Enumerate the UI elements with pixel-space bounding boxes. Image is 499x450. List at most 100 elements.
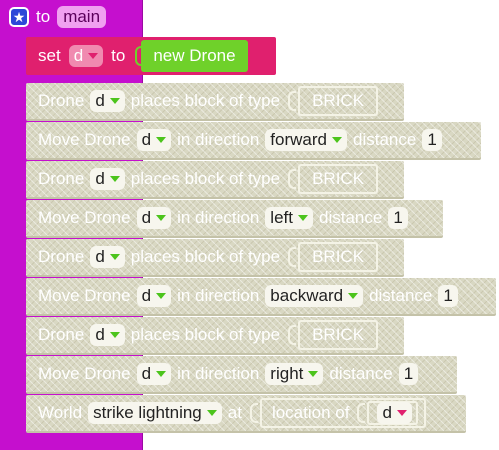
variable-name: d xyxy=(95,325,105,344)
direction-dropdown[interactable]: right xyxy=(265,363,324,385)
distance-field[interactable]: 1 xyxy=(388,207,408,229)
move-drone-statement[interactable]: Move Drone d in direction backward distance 1 xyxy=(26,278,496,316)
distance-label: distance xyxy=(352,130,417,149)
drone-variable-dropdown[interactable]: d xyxy=(90,168,125,190)
distance-field[interactable]: 1 xyxy=(422,129,442,151)
dropdown-arrow-icon xyxy=(109,98,120,104)
distance-field[interactable]: 1 xyxy=(438,285,458,307)
distance-field[interactable]: 1 xyxy=(398,363,419,385)
place-block-statement[interactable]: Drone d places block of type BRICK xyxy=(26,239,404,277)
location-input-slot[interactable]: d xyxy=(357,401,418,425)
statement-text: places block of type xyxy=(130,91,281,110)
place-block-statement[interactable]: Drone d places block of type BRICK xyxy=(26,317,404,355)
direction-value: left xyxy=(270,208,293,227)
input-connector xyxy=(288,169,297,189)
drone-variable-dropdown[interactable]: d xyxy=(90,246,125,268)
input-connector xyxy=(357,403,366,423)
statement-text: places block of type xyxy=(130,247,281,266)
variable-name: d xyxy=(95,91,105,110)
input-connector xyxy=(288,247,297,267)
dropdown-arrow-icon xyxy=(109,254,120,260)
variable-getter[interactable]: d xyxy=(367,401,418,425)
direction-dropdown[interactable]: backward xyxy=(265,285,364,307)
dropdown-arrow-icon xyxy=(331,137,342,143)
action-value: strike lightning xyxy=(93,403,202,422)
variable-name: d xyxy=(95,247,105,266)
block-type-value[interactable]: BRICK xyxy=(298,164,379,194)
place-block-statement[interactable]: Drone d places block of type BRICK xyxy=(26,161,404,199)
direction-value: right xyxy=(270,364,304,383)
variable-name: d xyxy=(382,403,392,422)
dropdown-arrow-icon xyxy=(156,293,167,299)
procedure-name-field[interactable]: main xyxy=(57,6,107,28)
location-of-block[interactable]: location of d xyxy=(259,398,426,428)
at-label: at xyxy=(227,403,242,422)
variable-name: d xyxy=(141,130,152,149)
statement-prefix: World xyxy=(38,403,83,422)
block-type-slot[interactable]: BRICK xyxy=(288,86,379,116)
block-type-slot[interactable]: BRICK xyxy=(288,164,379,194)
variable-name: d xyxy=(73,46,84,65)
world-strike-lightning-statement[interactable]: World strike lightning at location of d xyxy=(26,395,466,433)
statement-prefix: Move Drone xyxy=(38,208,131,227)
dropdown-arrow-icon xyxy=(348,293,359,299)
drone-variable-dropdown[interactable]: d xyxy=(90,324,125,346)
dropdown-arrow-icon xyxy=(156,215,167,221)
block-type-value[interactable]: BRICK xyxy=(298,242,379,272)
star-icon[interactable]: ★ xyxy=(9,7,29,27)
procedure-keyword: to xyxy=(36,7,51,26)
statement-text: in direction xyxy=(177,364,260,383)
statement-prefix: Drone xyxy=(38,247,85,266)
input-connector xyxy=(249,403,258,423)
dropdown-arrow-icon xyxy=(156,137,167,143)
distance-label: distance xyxy=(369,286,433,305)
location-slot[interactable]: location of d xyxy=(249,398,426,428)
statement-text: in direction xyxy=(177,130,260,149)
block-type-slot[interactable]: BRICK xyxy=(288,320,379,350)
variable-name: d xyxy=(141,208,152,227)
dropdown-arrow-icon xyxy=(109,332,120,338)
block-type-value[interactable]: BRICK xyxy=(298,320,379,350)
procedure-header[interactable]: ★ to main xyxy=(0,0,143,34)
direction-value: forward xyxy=(270,130,327,149)
set-variable-block[interactable]: set d to new Drone xyxy=(26,37,276,75)
move-drone-statement[interactable]: Move Drone d in direction forward distance 1 xyxy=(26,122,481,160)
world-action-dropdown[interactable]: strike lightning xyxy=(88,402,222,424)
drone-variable-dropdown[interactable]: d xyxy=(136,363,172,385)
statement-text: places block of type xyxy=(130,169,281,188)
dropdown-arrow-icon xyxy=(297,215,308,221)
new-drone-block[interactable]: new Drone xyxy=(141,40,248,72)
place-block-statement[interactable]: Drone d places block of type BRICK xyxy=(26,83,404,121)
statement-prefix: Move Drone xyxy=(38,130,131,149)
direction-dropdown[interactable]: forward xyxy=(265,129,347,151)
drone-variable-dropdown[interactable]: d xyxy=(136,129,172,151)
move-drone-statement[interactable]: Move Drone d in direction right distance 1 xyxy=(26,356,457,394)
statement-prefix: Drone xyxy=(38,169,85,188)
move-drone-statement[interactable]: Move Drone d in direction left distance 1 xyxy=(26,200,443,238)
statement-prefix: Move Drone xyxy=(38,364,131,383)
dropdown-arrow-icon xyxy=(396,410,407,416)
statement-prefix: Drone xyxy=(38,91,85,110)
dropdown-arrow-icon xyxy=(156,371,167,377)
statement-text: in direction xyxy=(177,208,260,227)
input-connector xyxy=(288,325,297,345)
block-type-value[interactable]: BRICK xyxy=(298,86,379,116)
direction-dropdown[interactable]: left xyxy=(265,207,313,229)
drone-variable-dropdown[interactable]: d xyxy=(136,207,172,229)
dropdown-arrow-icon xyxy=(308,371,319,377)
block-type-slot[interactable]: BRICK xyxy=(288,242,379,272)
statement-prefix: Drone xyxy=(38,325,85,344)
location-variable-dropdown[interactable]: d xyxy=(377,402,412,424)
drone-variable-dropdown[interactable]: d xyxy=(90,90,125,112)
drone-variable-dropdown[interactable]: d xyxy=(136,285,172,307)
distance-label: distance xyxy=(329,364,393,383)
distance-label: distance xyxy=(318,208,383,227)
statement-text: places block of type xyxy=(130,325,281,344)
input-connector xyxy=(288,91,297,111)
direction-value: backward xyxy=(270,286,344,305)
variable-name: d xyxy=(95,169,105,188)
statement-prefix: Move Drone xyxy=(38,286,131,305)
variable-dropdown[interactable]: d xyxy=(68,45,104,67)
dropdown-arrow-icon xyxy=(88,53,99,59)
variable-name: d xyxy=(141,364,152,383)
